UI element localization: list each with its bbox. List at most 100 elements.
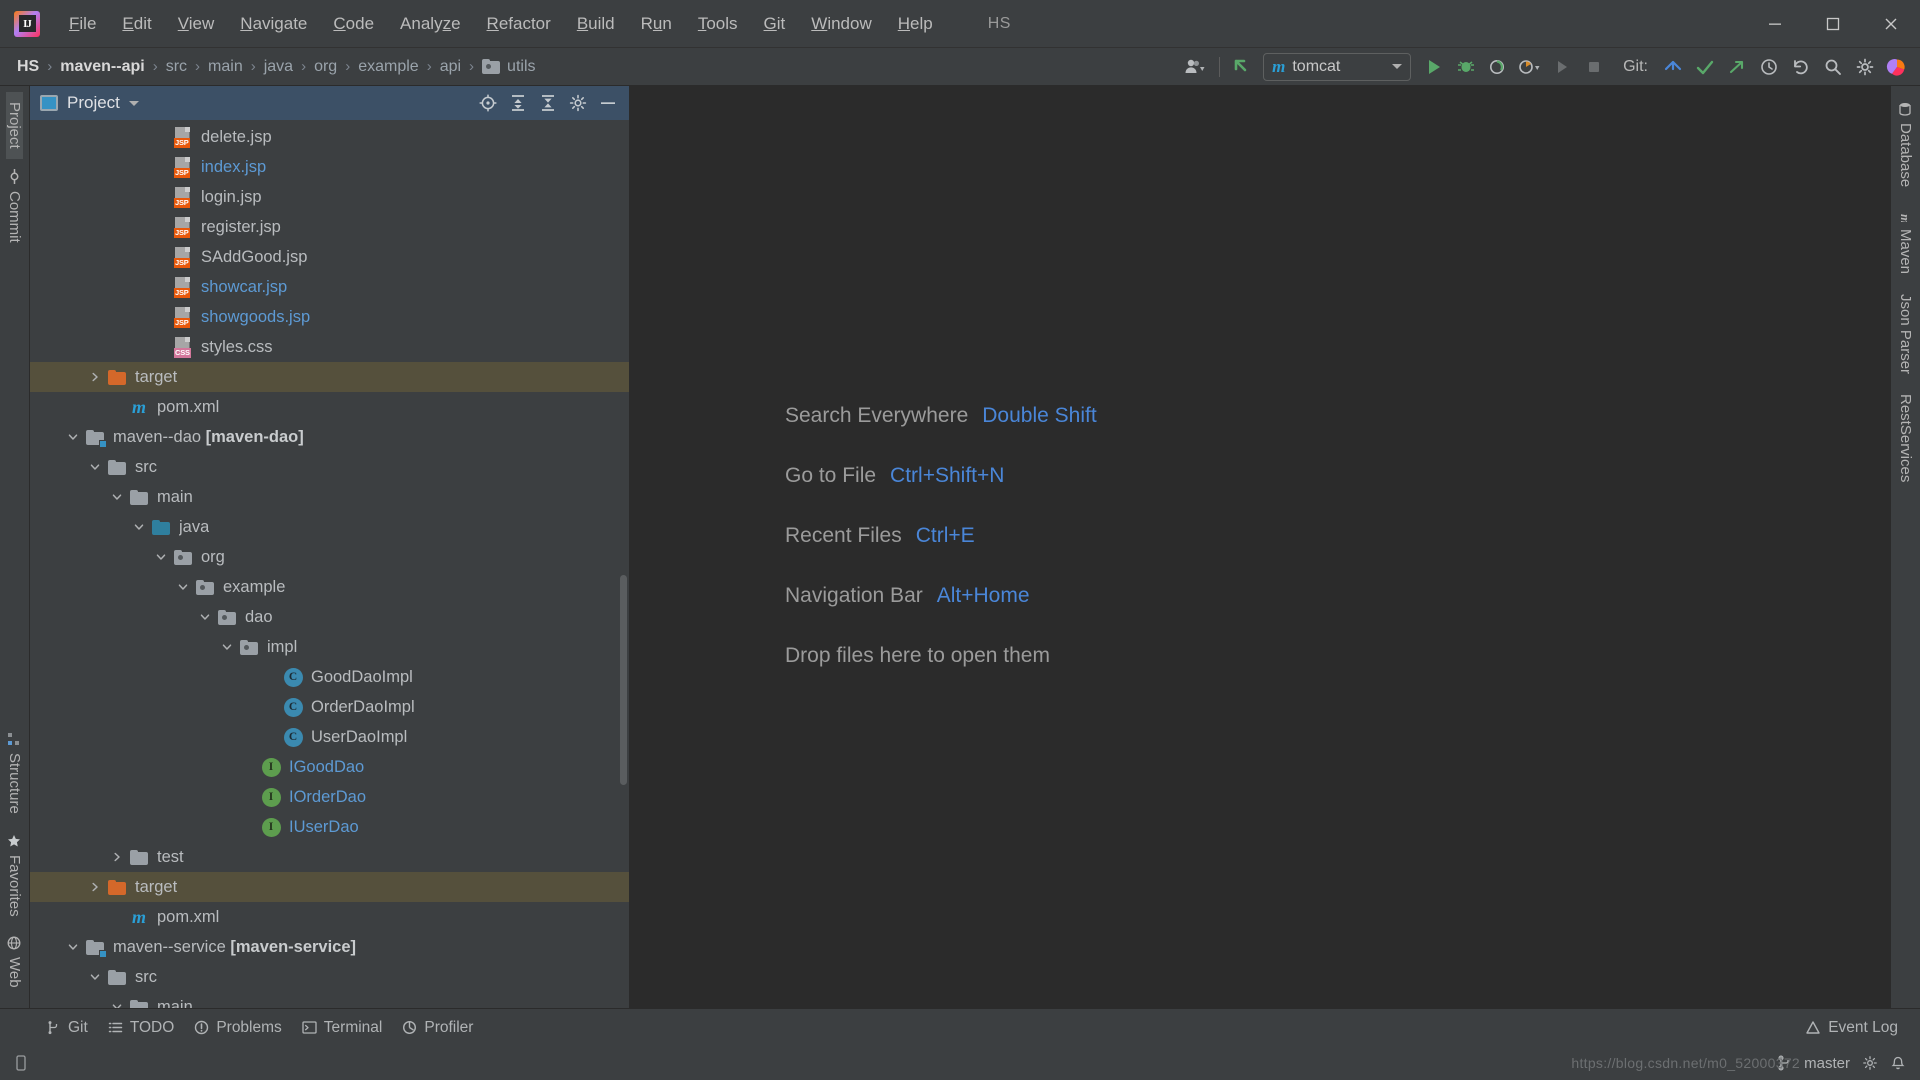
- sidebar-item-json-parser[interactable]: Json Parser: [1897, 284, 1914, 384]
- git-update-icon[interactable]: [1658, 52, 1688, 82]
- run-button[interactable]: [1419, 52, 1449, 82]
- menu-item-build[interactable]: Build: [564, 10, 628, 38]
- sidebar-item-rest-services[interactable]: RestServices: [1897, 384, 1914, 492]
- tree-node[interactable]: m pom.xml: [30, 902, 629, 932]
- update-project-icon[interactable]: [1229, 52, 1259, 82]
- menu-item-navigate[interactable]: Navigate: [227, 10, 320, 38]
- tree-node[interactable]: m pom.xml: [30, 392, 629, 422]
- project-tree[interactable]: JSP delete.jsp JSP index.jsp JSP login.jsp JSP…: [30, 120, 629, 1008]
- sidebar-item-database[interactable]: Database: [1897, 92, 1914, 197]
- status-item-terminal[interactable]: Terminal: [292, 1016, 393, 1040]
- locate-icon[interactable]: [475, 90, 501, 116]
- gear-icon[interactable]: [1862, 1055, 1878, 1071]
- search-icon[interactable]: [1818, 52, 1848, 82]
- tree-node[interactable]: test: [30, 842, 629, 872]
- expand-all-icon[interactable]: [505, 90, 531, 116]
- git-push-icon[interactable]: [1722, 52, 1752, 82]
- chevron-down-icon[interactable]: [128, 100, 139, 106]
- debug-button[interactable]: [1451, 52, 1481, 82]
- settings-icon[interactable]: [565, 90, 591, 116]
- history-icon[interactable]: [1754, 52, 1784, 82]
- tree-scrollbar[interactable]: [620, 575, 627, 785]
- tree-node[interactable]: I IOrderDao: [30, 782, 629, 812]
- editor-area[interactable]: Search Everywhere Double Shift Go to File C…: [630, 86, 1890, 1008]
- chevron-down-icon[interactable]: [106, 491, 128, 503]
- sidebar-item-maven[interactable]: m Maven: [1897, 197, 1914, 284]
- tree-node[interactable]: impl: [30, 632, 629, 662]
- tree-node[interactable]: JSP login.jsp: [30, 182, 629, 212]
- chevron-down-icon[interactable]: [172, 581, 194, 593]
- tree-node[interactable]: JSP showcar.jsp: [30, 272, 629, 302]
- minimize-button[interactable]: [1746, 0, 1804, 48]
- rerun-button[interactable]: [1547, 52, 1577, 82]
- tree-node[interactable]: C OrderDaoImpl: [30, 692, 629, 722]
- sidebar-item-web[interactable]: Web: [6, 926, 23, 998]
- menu-item-git[interactable]: Git: [751, 10, 799, 38]
- tree-node[interactable]: CSS styles.css: [30, 332, 629, 362]
- breadcrumb-item-java[interactable]: java: [261, 56, 296, 78]
- stop-button[interactable]: [1579, 52, 1609, 82]
- status-item-git[interactable]: Git: [36, 1016, 98, 1040]
- tree-node[interactable]: C GoodDaoImpl: [30, 662, 629, 692]
- breadcrumb-item-src[interactable]: src: [163, 56, 190, 78]
- tree-node[interactable]: target: [30, 872, 629, 902]
- run-with-coverage-button[interactable]: [1483, 52, 1513, 82]
- git-commit-icon[interactable]: [1690, 52, 1720, 82]
- breadcrumb-item-maven-api[interactable]: maven--api: [57, 56, 147, 78]
- menu-item-analyze[interactable]: Analyze: [387, 10, 474, 38]
- menu-item-tools[interactable]: Tools: [685, 10, 751, 38]
- breadcrumb-item-org[interactable]: org: [311, 56, 340, 78]
- chevron-down-icon[interactable]: [194, 611, 216, 623]
- tree-node[interactable]: dao: [30, 602, 629, 632]
- tree-node[interactable]: I IUserDao: [30, 812, 629, 842]
- tree-node[interactable]: main: [30, 992, 629, 1008]
- tree-node[interactable]: JSP index.jsp: [30, 152, 629, 182]
- notifications-icon[interactable]: [1890, 1055, 1906, 1071]
- menu-item-edit[interactable]: Edit: [109, 10, 164, 38]
- chevron-right-icon[interactable]: [106, 851, 128, 863]
- status-item-todo[interactable]: TODO: [98, 1016, 185, 1040]
- menu-item-refactor[interactable]: Refactor: [474, 10, 564, 38]
- branch-name[interactable]: master: [1804, 1055, 1850, 1072]
- chevron-down-icon[interactable]: [150, 551, 172, 563]
- chevron-down-icon[interactable]: [128, 521, 150, 533]
- chevron-down-icon[interactable]: [84, 461, 106, 473]
- breadcrumb-item-main[interactable]: main: [205, 56, 246, 78]
- maximize-button[interactable]: [1804, 0, 1862, 48]
- tree-node[interactable]: JSP delete.jsp: [30, 122, 629, 152]
- tree-node[interactable]: java: [30, 512, 629, 542]
- status-item-event-log[interactable]: Event Log: [1795, 1016, 1908, 1040]
- chevron-down-icon[interactable]: [106, 1001, 128, 1008]
- menu-item-help[interactable]: Help: [885, 10, 946, 38]
- rollback-icon[interactable]: [1786, 52, 1816, 82]
- sidebar-item-structure[interactable]: Structure: [6, 722, 23, 824]
- tree-node[interactable]: JSP register.jsp: [30, 212, 629, 242]
- sidebar-item-project[interactable]: Project: [6, 92, 23, 159]
- sidebar-item-commit[interactable]: Commit: [6, 159, 23, 253]
- collapse-all-icon[interactable]: [535, 90, 561, 116]
- chevron-down-icon[interactable]: [62, 941, 84, 953]
- chevron-down-icon[interactable]: [84, 971, 106, 983]
- breadcrumb-item-utils[interactable]: utils: [479, 56, 538, 78]
- menu-item-code[interactable]: Code: [320, 10, 387, 38]
- chevron-down-icon[interactable]: [62, 431, 84, 443]
- breadcrumb-item-hs[interactable]: HS: [14, 56, 42, 78]
- tree-node[interactable]: src: [30, 962, 629, 992]
- tree-node[interactable]: maven--service [maven-service]: [30, 932, 629, 962]
- memory-indicator-icon[interactable]: [12, 1053, 30, 1073]
- chevron-right-icon[interactable]: [84, 371, 106, 383]
- chevron-down-icon[interactable]: [216, 641, 238, 653]
- breadcrumb-item-example[interactable]: example: [355, 56, 421, 78]
- menu-item-run[interactable]: Run: [628, 10, 685, 38]
- ide-status-icon[interactable]: [1882, 52, 1912, 82]
- tree-node[interactable]: I IGoodDao: [30, 752, 629, 782]
- tree-node[interactable]: C UserDaoImpl: [30, 722, 629, 752]
- menu-item-file[interactable]: File: [56, 10, 109, 38]
- menu-item-window[interactable]: Window: [798, 10, 884, 38]
- menu-item-view[interactable]: View: [165, 10, 228, 38]
- tree-node[interactable]: target: [30, 362, 629, 392]
- tree-node[interactable]: JSP showgoods.jsp: [30, 302, 629, 332]
- close-button[interactable]: [1862, 0, 1920, 48]
- tree-node[interactable]: org: [30, 542, 629, 572]
- status-item-problems[interactable]: Problems: [184, 1016, 291, 1040]
